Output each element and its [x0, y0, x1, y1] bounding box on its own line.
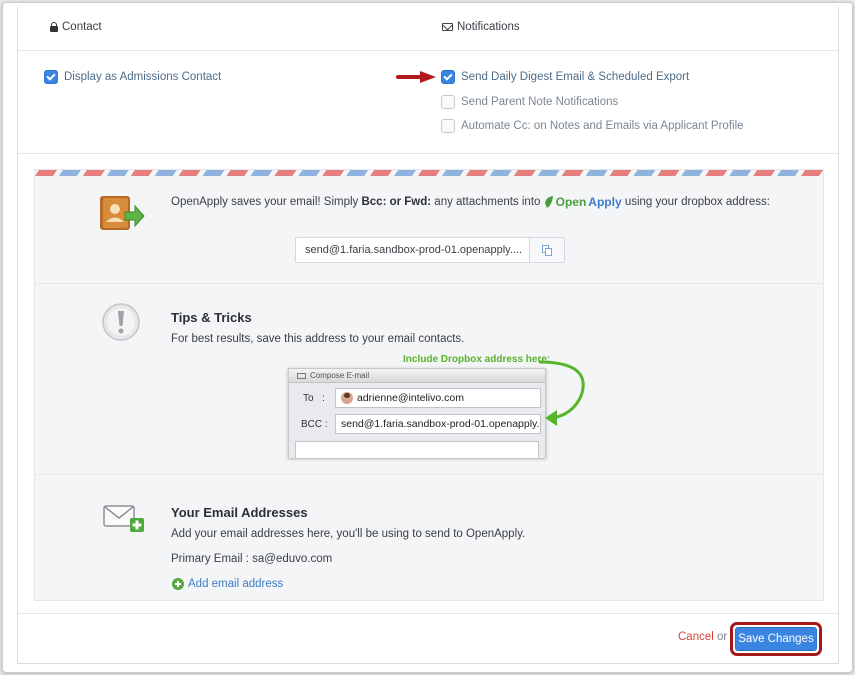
leaf-icon	[544, 196, 553, 208]
contact-header-label: Contact	[62, 21, 102, 33]
dropbox-intro-suffix: using your dropbox address:	[621, 196, 770, 209]
footer-divider	[18, 613, 838, 614]
save-changes-button[interactable]: Save Changes	[735, 627, 817, 651]
settings-panel: Contact Notifications Display as Admissi…	[17, 7, 839, 664]
or-text: or	[717, 631, 728, 643]
daily-digest-checkbox[interactable]	[441, 70, 455, 84]
copy-address-button[interactable]	[529, 237, 565, 263]
openapply-logo: Open Apply	[544, 195, 622, 209]
bcc-field: send@1.faria.sandbox-prod-01.openapply.c…	[335, 414, 541, 434]
automate-cc-checkbox[interactable]	[441, 119, 455, 133]
dropbox-intro-bold: Bcc: or Fwd:	[361, 196, 432, 209]
compose-title: Compose E-mail	[310, 371, 370, 380]
save-highlight: Save Changes	[730, 622, 822, 656]
add-email-link[interactable]: Add email address	[172, 578, 283, 590]
notifications-header: Notifications	[442, 21, 520, 33]
logo-apply-text: Apply	[588, 195, 622, 209]
admissions-contact-label: Display as Admissions Contact	[64, 71, 222, 83]
tips-text: For best results, save this address to y…	[171, 333, 465, 345]
mail-icon	[297, 372, 306, 379]
avatar	[341, 392, 353, 405]
automate-cc-label: Automate Cc: on Notes and Emails via App…	[461, 120, 744, 132]
admissions-contact-option[interactable]: Display as Admissions Contact	[44, 70, 221, 84]
plus-circle-icon	[172, 578, 184, 590]
envelope-icon	[442, 23, 453, 31]
to-label: To	[303, 393, 314, 404]
app-window: Contact Notifications Display as Admissi…	[2, 2, 853, 673]
tips-title: Tips & Tricks	[171, 310, 252, 325]
lock-icon	[50, 22, 58, 32]
section-divider	[35, 474, 823, 475]
section-header-row: Contact Notifications	[18, 7, 838, 51]
emails-title: Your Email Addresses	[171, 505, 308, 520]
compose-title-bar: Compose E-mail	[289, 369, 545, 383]
dropbox-note: Include Dropbox address here:	[403, 354, 551, 365]
parent-note-label: Send Parent Note Notifications	[461, 96, 619, 108]
add-email-label: Add email address	[188, 578, 284, 590]
compose-body	[295, 441, 539, 458]
exclamation-icon	[102, 303, 140, 341]
cancel-link[interactable]: Cancel	[678, 631, 714, 643]
dropbox-intro-middle: any attachments into	[431, 196, 544, 209]
admissions-contact-checkbox[interactable]	[44, 70, 58, 84]
address-book-icon	[100, 196, 145, 230]
dropbox-address-field[interactable]: send@1.faria.sandbox-prod-01.openapply..…	[295, 237, 530, 263]
add-mail-icon	[103, 505, 144, 532]
dropbox-intro: OpenApply saves your email! Simply Bcc: …	[171, 195, 770, 209]
emails-text: Add your email addresses here, you'll be…	[171, 528, 526, 540]
automate-cc-option[interactable]: Automate Cc: on Notes and Emails via App…	[441, 119, 744, 133]
curved-arrow-icon	[538, 360, 585, 426]
notifications-header-label: Notifications	[457, 21, 520, 33]
logo-open-text: Open	[555, 195, 587, 209]
compose-email-illustration: Compose E-mail To : adrienne@intelivo.co…	[288, 368, 546, 458]
annotation-arrow-icon	[396, 71, 436, 83]
parent-note-option[interactable]: Send Parent Note Notifications	[441, 95, 618, 109]
bcc-label: BCC :	[301, 419, 328, 430]
parent-note-checkbox[interactable]	[441, 95, 455, 109]
airmail-border	[35, 170, 823, 176]
primary-email: Primary Email : sa@eduvo.com	[171, 553, 333, 565]
contact-header: Contact	[50, 21, 102, 33]
dropbox-info-area: OpenApply saves your email! Simply Bcc: …	[34, 169, 824, 601]
copy-icon	[541, 244, 553, 256]
to-separator: :	[322, 393, 325, 404]
daily-digest-option[interactable]: Send Daily Digest Email & Scheduled Expo…	[441, 70, 689, 84]
dropbox-intro-prefix: OpenApply saves your email! Simply	[171, 196, 362, 209]
section-divider	[35, 283, 823, 284]
divider	[18, 153, 838, 154]
daily-digest-label: Send Daily Digest Email & Scheduled Expo…	[461, 71, 690, 83]
to-value: adrienne@intelivo.com	[357, 392, 464, 404]
to-field: adrienne@intelivo.com	[335, 388, 541, 408]
